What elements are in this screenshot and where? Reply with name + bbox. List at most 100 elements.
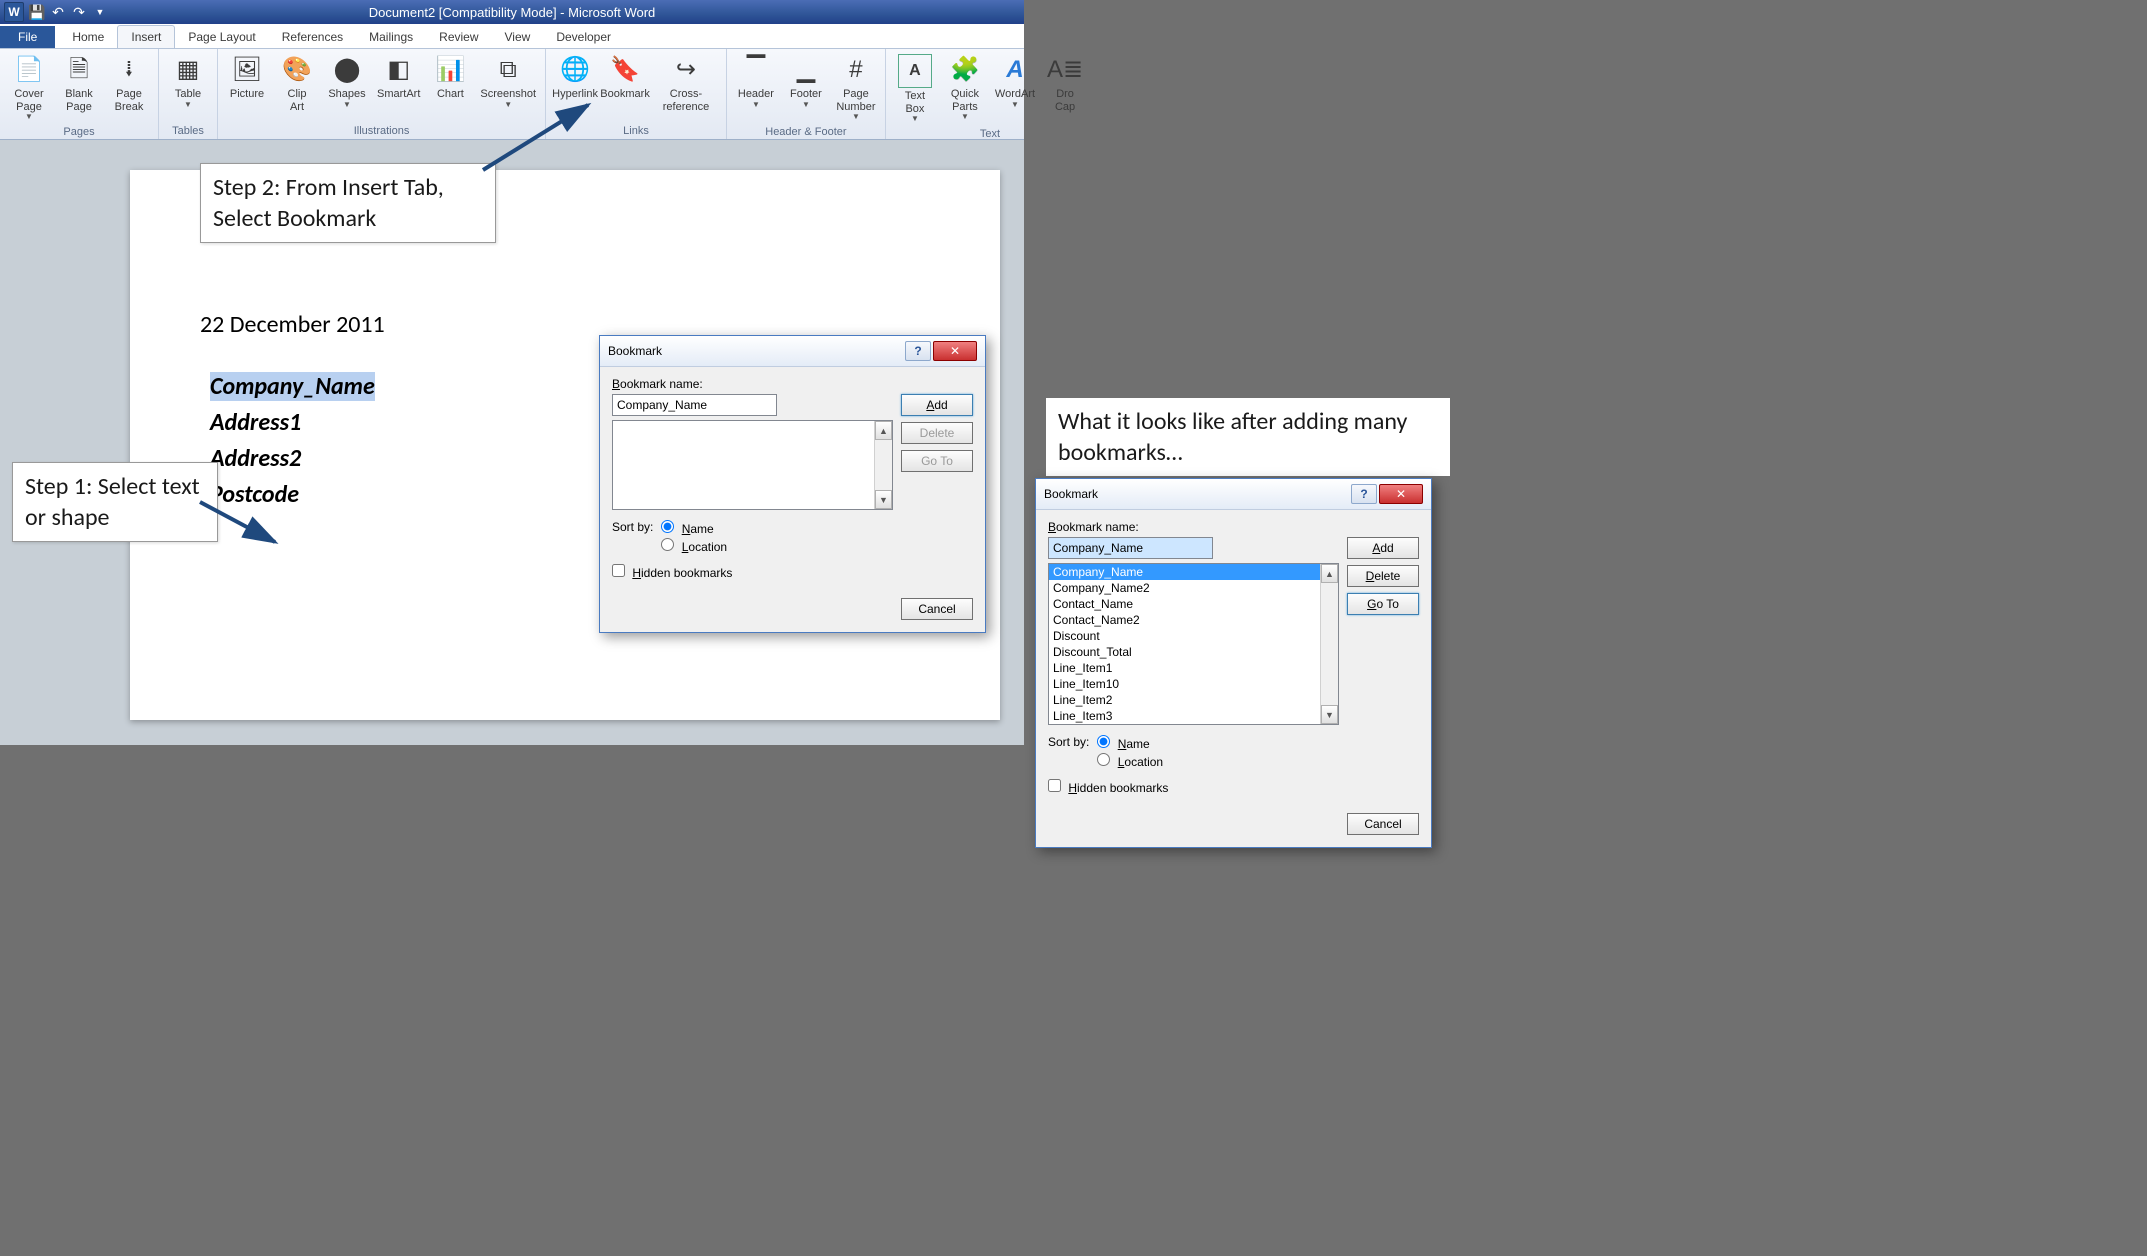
field-company-selected[interactable]: Company_Name xyxy=(210,372,375,401)
dialog2-list-item[interactable]: Line_Item10 xyxy=(1049,676,1338,692)
dialog1-radio-location[interactable]: Location xyxy=(661,538,727,554)
dropcap-icon: A≣ xyxy=(1049,54,1081,86)
dialog2-list-item[interactable]: Line_Item1 xyxy=(1049,660,1338,676)
footer-icon: ▁ xyxy=(790,54,822,86)
chart-button[interactable]: 📊Chart xyxy=(425,51,475,104)
save-icon[interactable]: 💾 xyxy=(29,4,45,20)
dialog1-scrollbar[interactable]: ▲ ▼ xyxy=(874,421,892,509)
word-logo-icon: W xyxy=(4,2,24,22)
group-links: 🌐Hyperlink 🔖Bookmark ↪Cross-reference Li… xyxy=(546,49,727,139)
callout-step2: Step 2: From Insert Tab, Select Bookmark xyxy=(200,163,496,243)
quickparts-button[interactable]: 🧩Quick Parts▼ xyxy=(940,51,990,124)
group-headerfooter-label: Header & Footer xyxy=(731,124,881,140)
undo-icon[interactable]: ↶ xyxy=(50,4,66,20)
smartart-button[interactable]: ◧SmartArt xyxy=(372,51,425,104)
dialog2-list-item[interactable]: Contact_Name xyxy=(1049,596,1338,612)
blank-page-button[interactable]: 🗎Blank Page xyxy=(54,51,104,116)
dialog2-close-button[interactable]: ✕ xyxy=(1379,484,1423,504)
dialog1-title: Bookmark xyxy=(608,344,662,358)
picture-button[interactable]: 🖼Picture xyxy=(222,51,272,104)
scroll-up-icon[interactable]: ▲ xyxy=(1321,564,1338,583)
crossref-icon: ↪ xyxy=(670,54,702,86)
dialog2-name-input[interactable] xyxy=(1048,537,1213,559)
dialog2-help-button[interactable]: ? xyxy=(1351,484,1377,504)
wordart-icon: A xyxy=(999,54,1031,86)
dropcap-button[interactable]: A≣Dro Cap xyxy=(1040,51,1090,116)
ribbon-body: 📄Cover Page▼ 🗎Blank Page ⭭Page Break Pag… xyxy=(0,49,1024,140)
dialog2-radio-name[interactable]: Name xyxy=(1097,735,1163,751)
tab-insert[interactable]: Insert xyxy=(117,25,175,48)
dialog1-goto-button: Go To xyxy=(901,450,973,472)
tab-review[interactable]: Review xyxy=(426,26,491,48)
tab-references[interactable]: References xyxy=(269,26,356,48)
dialog2-radio-location[interactable]: Location xyxy=(1097,753,1163,769)
scroll-down-icon[interactable]: ▼ xyxy=(875,490,892,509)
tab-file[interactable]: File xyxy=(0,26,55,48)
quick-access-toolbar: W 💾 ↶ ↷ ▼ xyxy=(0,2,108,22)
dialog2-list-item[interactable]: Company_Name xyxy=(1049,564,1338,580)
scroll-up-icon[interactable]: ▲ xyxy=(875,421,892,440)
clipart-button[interactable]: 🎨Clip Art xyxy=(272,51,322,116)
tab-view[interactable]: View xyxy=(492,26,544,48)
dialog1-sortby-label: Sort by: xyxy=(612,520,653,534)
shapes-button[interactable]: ⬤Shapes▼ xyxy=(322,51,372,112)
page-break-icon: ⭭ xyxy=(113,54,145,86)
tab-home[interactable]: Home xyxy=(59,26,117,48)
hyperlink-button[interactable]: 🌐Hyperlink xyxy=(550,51,600,104)
dialog2-list[interactable]: Company_NameCompany_Name2Contact_NameCon… xyxy=(1048,563,1339,725)
tab-developer[interactable]: Developer xyxy=(543,26,624,48)
callout-after: What it looks like after adding many boo… xyxy=(1046,398,1450,476)
dialog1-hidden-check[interactable]: Hidden bookmarks xyxy=(612,564,732,580)
ribbon-tabs: File Home Insert Page Layout References … xyxy=(0,24,1024,49)
dialog2-scrollbar[interactable]: ▲ ▼ xyxy=(1320,564,1338,724)
cover-page-icon: 📄 xyxy=(13,54,45,86)
table-button[interactable]: ▦Table▼ xyxy=(163,51,213,112)
dialog1-cancel-button[interactable]: Cancel xyxy=(901,598,973,620)
smartart-icon: ◧ xyxy=(383,54,415,86)
dialog2-sortby-label: Sort by: xyxy=(1048,735,1089,749)
header-button[interactable]: ▔Header▼ xyxy=(731,51,781,112)
header-icon: ▔ xyxy=(740,54,772,86)
dialog1-titlebar[interactable]: Bookmark ? ✕ xyxy=(600,336,985,367)
titlebar: W 💾 ↶ ↷ ▼ Document2 [Compatibility Mode]… xyxy=(0,0,1024,24)
page-break-button[interactable]: ⭭Page Break xyxy=(104,51,154,116)
dialog2-list-item[interactable]: Line_Item3 xyxy=(1049,708,1338,724)
tab-page-layout[interactable]: Page Layout xyxy=(175,26,268,48)
dialog2-add-button[interactable]: Add xyxy=(1347,537,1419,559)
textbox-button[interactable]: AText Box▼ xyxy=(890,51,940,126)
dialog1-name-77[interactable] xyxy=(612,394,777,416)
quickparts-icon: 🧩 xyxy=(949,54,981,86)
dialog2-titlebar[interactable]: Bookmark ? ✕ xyxy=(1036,479,1431,510)
bookmark-button[interactable]: 🔖Bookmark xyxy=(600,51,650,104)
dialog2-cancel-button[interactable]: Cancel xyxy=(1347,813,1419,835)
blank-page-icon: 🗎 xyxy=(63,54,95,86)
redo-icon[interactable]: ↷ xyxy=(71,4,87,20)
crossref-button[interactable]: ↪Cross-reference xyxy=(650,51,722,116)
dialog2-delete-button[interactable]: Delete xyxy=(1347,565,1419,587)
scroll-down-icon[interactable]: ▼ xyxy=(1321,705,1338,724)
footer-button[interactable]: ▁Footer▼ xyxy=(781,51,831,112)
dialog2-list-item[interactable]: Line_Item4 xyxy=(1049,724,1338,725)
dialog2-list-item[interactable]: Discount_Total xyxy=(1049,644,1338,660)
page-number-button[interactable]: #Page Number▼ xyxy=(831,51,881,124)
dialog1-help-button[interactable]: ? xyxy=(905,341,931,361)
dialog1-close-button[interactable]: ✕ xyxy=(933,341,977,361)
dialog2-list-item[interactable]: Discount xyxy=(1049,628,1338,644)
qat-dropdown-icon[interactable]: ▼ xyxy=(92,4,108,20)
wordart-button[interactable]: AWordArt▼ xyxy=(990,51,1040,112)
screenshot-button[interactable]: ⧉Screenshot▼ xyxy=(475,51,541,112)
chart-icon: 📊 xyxy=(434,54,466,86)
tab-mailings[interactable]: Mailings xyxy=(356,26,426,48)
dialog1-add-button[interactable]: Add xyxy=(901,394,973,416)
shapes-icon: ⬤ xyxy=(331,54,363,86)
dialog2-hidden-check[interactable]: Hidden bookmarks xyxy=(1048,779,1168,795)
dialog2-goto-button[interactable]: Go To xyxy=(1347,593,1419,615)
dialog2-list-item[interactable]: Line_Item2 xyxy=(1049,692,1338,708)
dialog2-list-item[interactable]: Company_Name2 xyxy=(1049,580,1338,596)
dialog1-radio-name[interactable]: Name xyxy=(661,520,727,536)
dialog2-list-item[interactable]: Contact_Name2 xyxy=(1049,612,1338,628)
cover-page-button[interactable]: 📄Cover Page▼ xyxy=(4,51,54,124)
dialog1-name-label: Bookmark name: xyxy=(612,377,973,391)
dialog1-list[interactable]: ▲ ▼ xyxy=(612,420,893,510)
group-tables-label: Tables xyxy=(163,123,213,139)
